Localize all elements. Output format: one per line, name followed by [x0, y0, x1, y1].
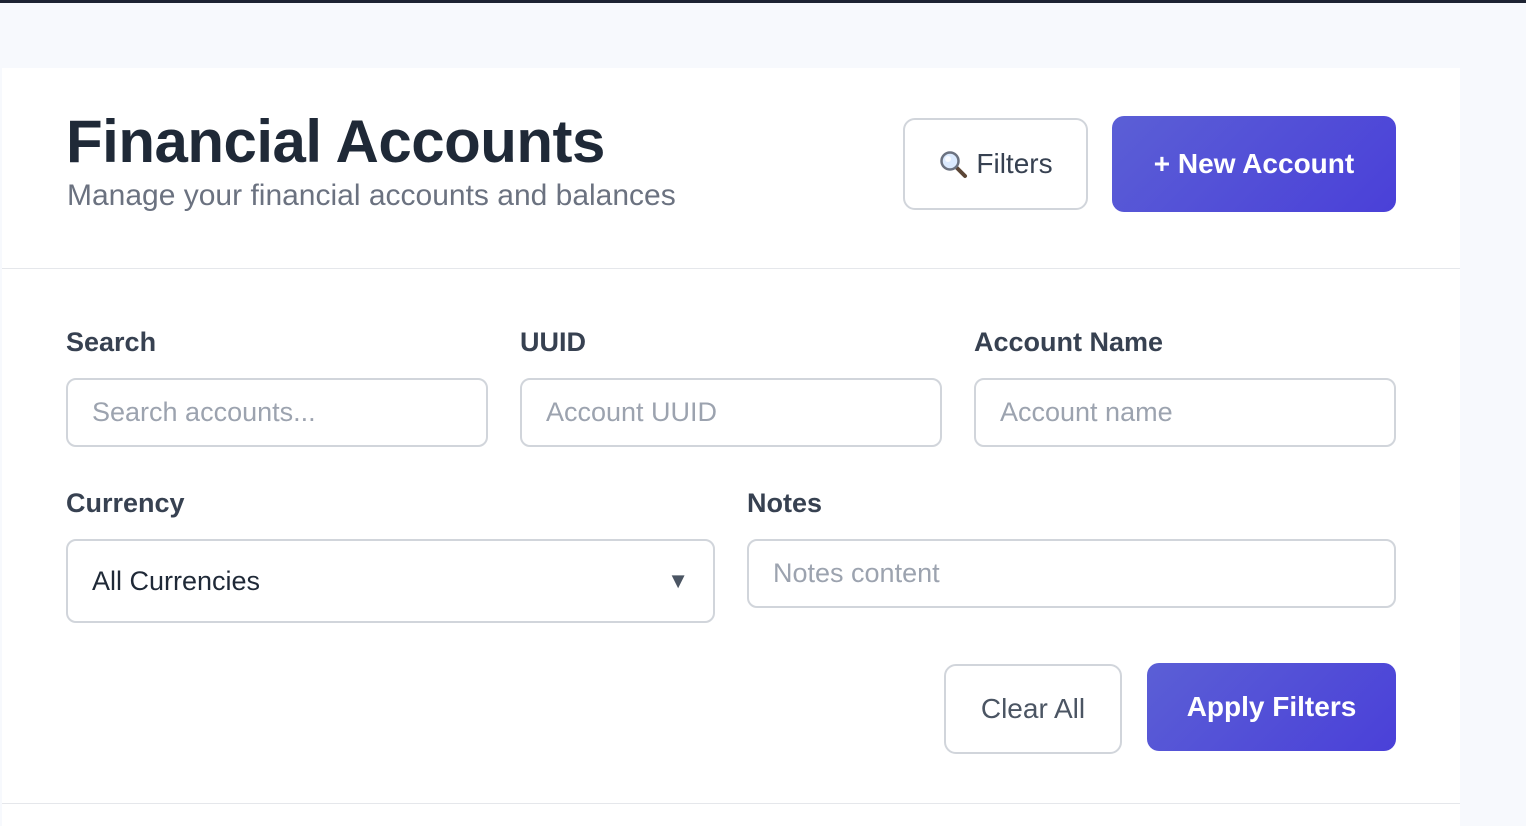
filters-button[interactable]: Filters — [903, 118, 1088, 210]
filters-button-label: Filters — [976, 148, 1053, 179]
search-input[interactable] — [66, 378, 488, 447]
currency-select[interactable]: All Currencies ▼ — [66, 539, 715, 623]
uuid-label: UUID — [520, 327, 586, 357]
currency-selected-value: All Currencies — [92, 565, 261, 596]
page-header: Financial Accounts Manage your financial… — [2, 68, 1460, 269]
page-title: Financial Accounts — [66, 108, 605, 175]
apply-filters-button[interactable]: Apply Filters — [1147, 663, 1396, 751]
search-label: Search — [66, 327, 157, 357]
notes-input[interactable] — [747, 539, 1396, 608]
caret-down-icon: ▼ — [667, 568, 689, 593]
page-subtitle: Manage your financial accounts and balan… — [67, 179, 676, 212]
top-bar — [0, 0, 1526, 3]
accounts-card: Financial Accounts Manage your financial… — [2, 68, 1460, 826]
magnifier-icon — [938, 149, 968, 179]
clear-all-button[interactable]: Clear All — [944, 664, 1122, 754]
account-name-label: Account Name — [974, 327, 1164, 357]
filters-panel: Search UUID Account Name Currency All Cu… — [2, 269, 1460, 804]
account-name-input[interactable] — [974, 378, 1396, 447]
notes-label: Notes — [747, 488, 823, 518]
currency-label: Currency — [66, 488, 185, 518]
new-account-button[interactable]: + New Account — [1112, 116, 1396, 212]
uuid-input[interactable] — [520, 378, 942, 447]
